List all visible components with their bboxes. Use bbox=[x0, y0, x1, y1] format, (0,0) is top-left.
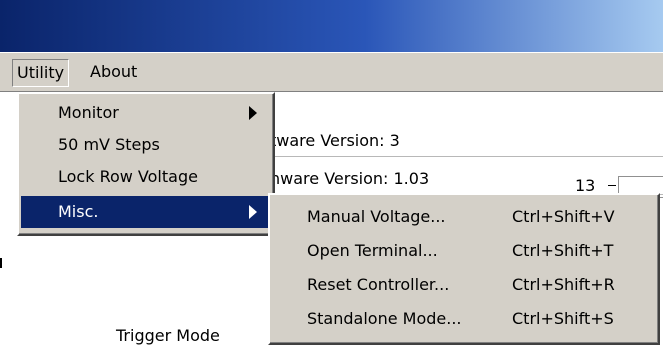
menu-item-monitor[interactable]: Monitor bbox=[21, 97, 271, 129]
shortcut-ctrl-shift-r: Ctrl+Shift+R bbox=[512, 275, 615, 294]
menu-bar: Utility About bbox=[0, 53, 663, 92]
submenu-arrow-icon bbox=[249, 205, 257, 219]
window-titlebar bbox=[0, 0, 663, 52]
misc-submenu: Manual Voltage... Ctrl+Shift+V Open Term… bbox=[268, 193, 660, 345]
trigger-mode-label: Trigger Mode bbox=[116, 326, 220, 345]
menu-item-manual-voltage-label: Manual Voltage... bbox=[307, 207, 446, 226]
shortcut-ctrl-shift-t: Ctrl+Shift+T bbox=[512, 241, 614, 260]
menu-item-reset-controller[interactable]: Reset Controller... Ctrl+Shift+R bbox=[272, 269, 656, 301]
menu-about[interactable]: About bbox=[86, 59, 141, 85]
scale-tick-mark bbox=[608, 185, 616, 186]
menu-item-lock-row-voltage[interactable]: Lock Row Voltage bbox=[21, 161, 271, 193]
menu-item-misc[interactable]: Misc. bbox=[21, 196, 269, 228]
menu-item-standalone-mode-label: Standalone Mode... bbox=[307, 309, 462, 328]
menu-item-open-terminal[interactable]: Open Terminal... Ctrl+Shift+T bbox=[272, 235, 656, 267]
menu-utility-label: Utility bbox=[17, 63, 65, 82]
submenu-arrow-icon bbox=[249, 106, 257, 120]
menu-about-label: About bbox=[90, 62, 138, 81]
menu-item-lock-row-voltage-label: Lock Row Voltage bbox=[58, 167, 198, 186]
menu-item-50mv-steps-label: 50 mV Steps bbox=[58, 135, 160, 154]
firmware-version-text: nware Version: 1.03 bbox=[270, 164, 663, 195]
menu-item-monitor-label: Monitor bbox=[58, 103, 119, 122]
menu-item-standalone-mode[interactable]: Standalone Mode... Ctrl+Shift+S bbox=[272, 303, 656, 335]
software-version-text: tware Version: 3 bbox=[270, 126, 663, 157]
utility-menu: Monitor 50 mV Steps Lock Row Voltage Mis… bbox=[17, 92, 275, 236]
shortcut-ctrl-shift-v: Ctrl+Shift+V bbox=[512, 207, 615, 226]
menu-item-reset-controller-label: Reset Controller... bbox=[307, 275, 450, 294]
menu-item-misc-label: Misc. bbox=[58, 202, 99, 221]
menu-item-open-terminal-label: Open Terminal... bbox=[307, 241, 438, 260]
shortcut-ctrl-shift-s: Ctrl+Shift+S bbox=[512, 309, 614, 328]
menu-utility[interactable]: Utility bbox=[12, 59, 70, 87]
menu-item-50mv-steps[interactable]: 50 mV Steps bbox=[21, 129, 271, 161]
menu-item-manual-voltage[interactable]: Manual Voltage... Ctrl+Shift+V bbox=[272, 201, 656, 233]
field-edge-marker bbox=[0, 258, 2, 268]
